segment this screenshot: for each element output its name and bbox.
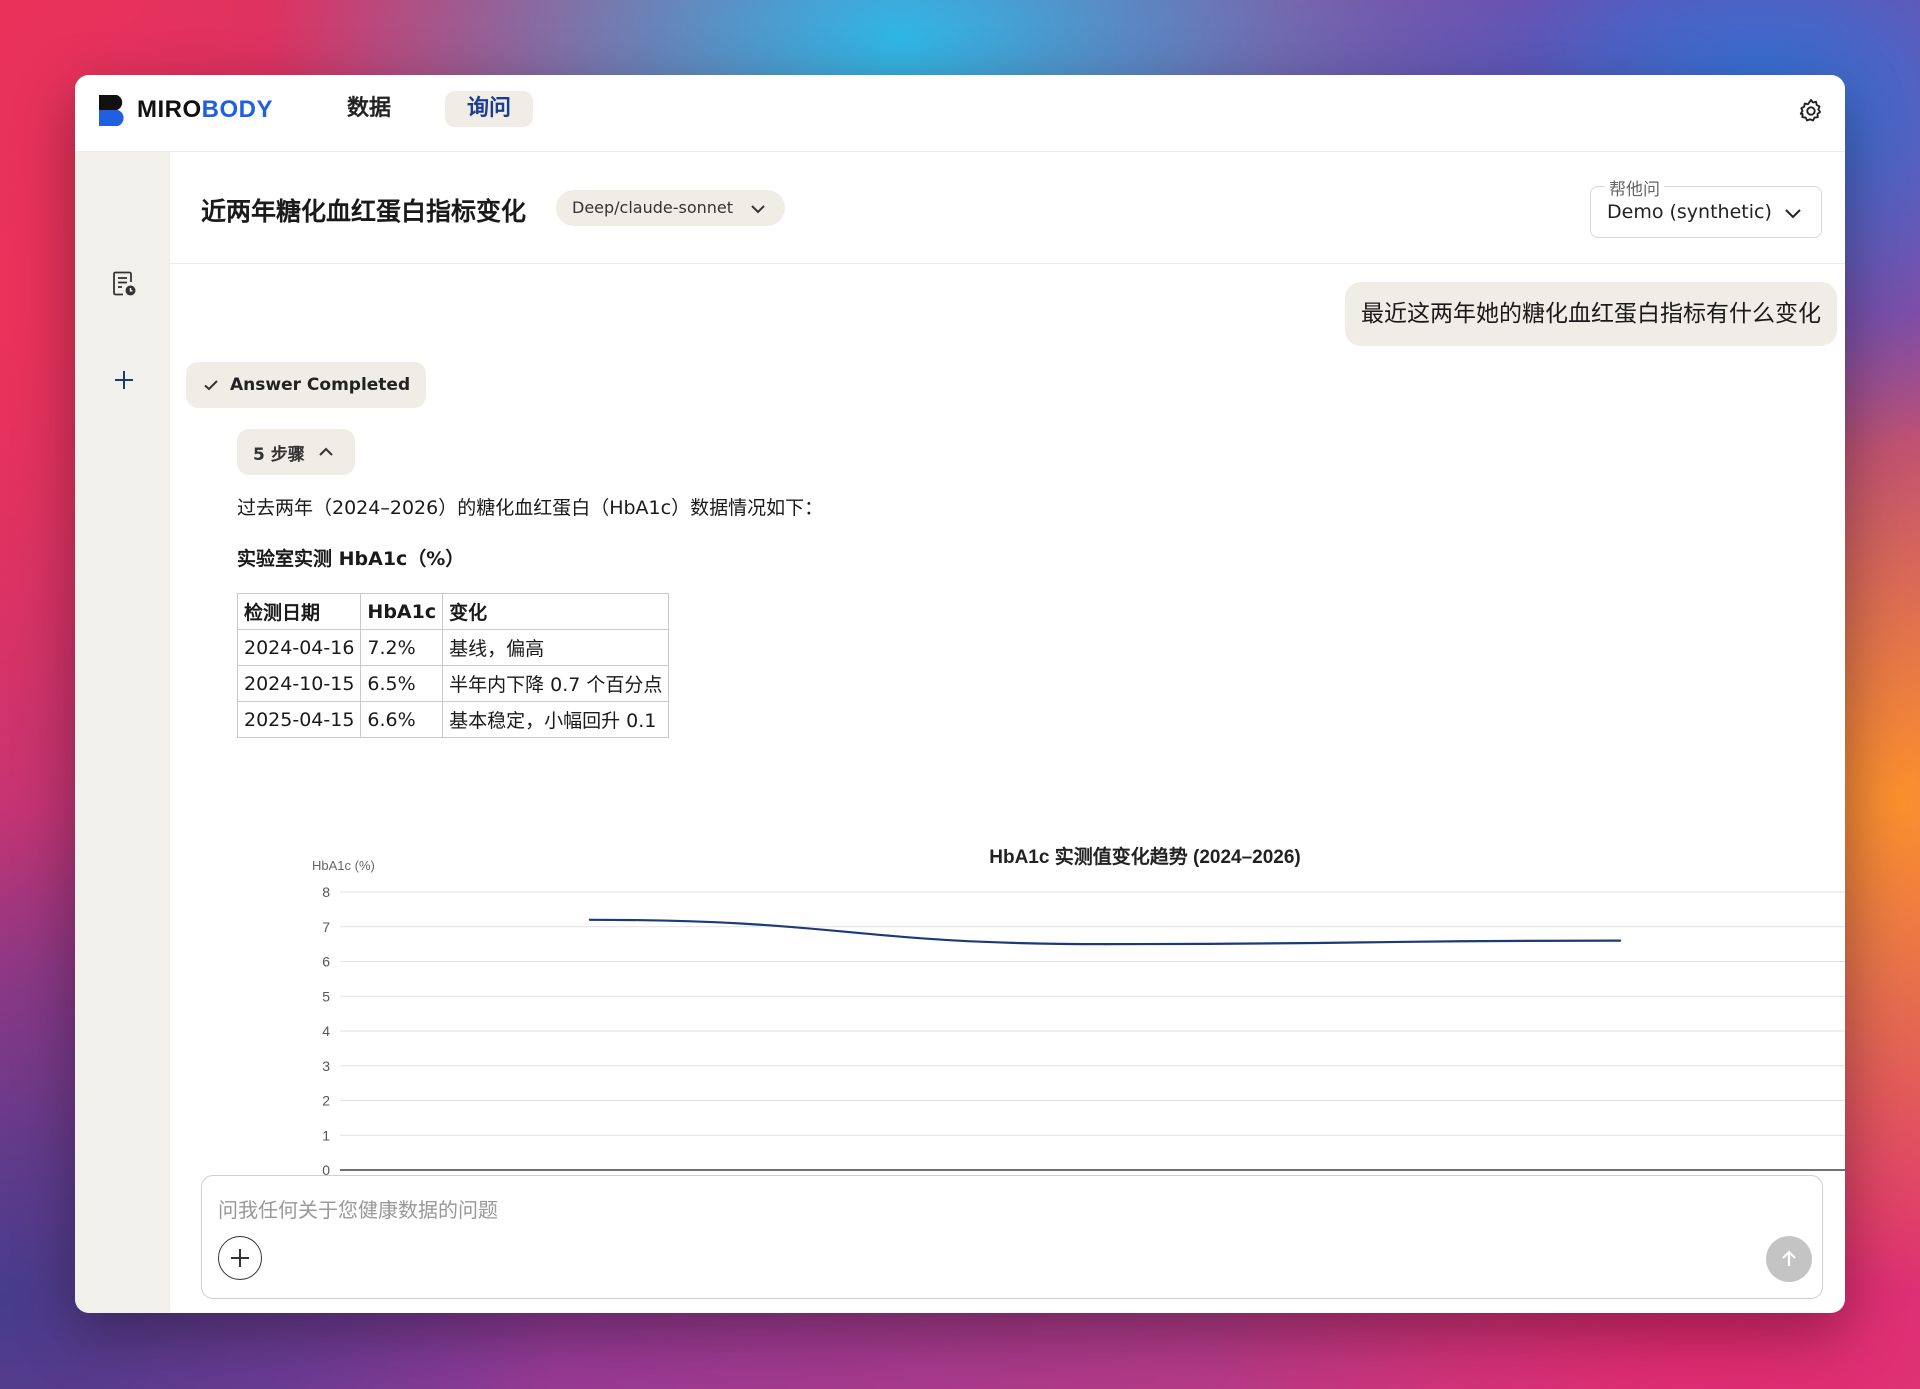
section-heading: 实验室实测 HbA1c（%）: [237, 548, 465, 570]
answer-intro: 过去两年（2024–2026）的糖化血红蛋白（HbA1c）数据情况如下：: [237, 497, 824, 519]
history-icon[interactable]: [109, 269, 139, 299]
y-tick-label: 6: [322, 954, 330, 970]
attach-button[interactable]: [218, 1236, 262, 1280]
top-bar: MIROBODY 数据 询问: [75, 75, 1845, 152]
steps-toggle[interactable]: 5 步骤: [237, 429, 355, 475]
status-badge[interactable]: Answer Completed: [186, 362, 427, 408]
user-message: 最近这两年她的糖化血红蛋白指标有什么变化: [1345, 282, 1837, 346]
chevron-down-icon: [751, 205, 765, 214]
ask-for-value: Demo (synthetic): [1607, 201, 1772, 223]
chevron-down-icon: [1785, 209, 1801, 219]
y-tick-label: 2: [322, 1093, 330, 1109]
table-cell: 2024-10-15: [236, 665, 362, 702]
series-line: [589, 918, 1621, 946]
sidebar: [75, 152, 170, 1313]
data-point: [1103, 942, 1107, 946]
column-header: HbA1c: [360, 593, 444, 630]
composer-placeholder[interactable]: 问我任何关于您健康数据的问题: [218, 1194, 498, 1223]
send-button[interactable]: [1766, 1236, 1812, 1282]
logo-text: MIROBODY: [137, 96, 274, 123]
column-header: 检测日期: [236, 593, 362, 630]
status-label: Answer Completed: [230, 375, 411, 395]
arrow-up-icon: [1782, 1250, 1796, 1266]
gear-icon[interactable]: [1797, 97, 1825, 125]
chat-header: 近两年糖化血红蛋白指标变化 Deep/claude-sonnet 帮他问 Dem…: [170, 152, 1845, 264]
model-name: Deep/claude-sonnet: [572, 198, 734, 217]
y-tick-label: 3: [322, 1058, 330, 1074]
chevron-up-icon: [319, 447, 333, 456]
results-table: 检测日期 HbA1c 变化 2024-04-16 7.2% 基线，偏高 2024…: [236, 593, 670, 738]
ask-for-select[interactable]: 帮他问 Demo (synthetic): [1590, 175, 1822, 238]
plus-icon[interactable]: [109, 365, 139, 395]
table-row: 2025-04-15 6.6% 基本稳定，小幅回升 0.1: [236, 701, 670, 738]
table-cell: 2025-04-15: [236, 701, 362, 738]
y-tick-label: 4: [322, 1023, 330, 1039]
table-cell: 半年内下降 0.7 个百分点: [442, 665, 670, 702]
chart-title: HbA1c 实测值变化趋势 (2024–2026): [989, 845, 1301, 868]
data-point: [588, 918, 592, 921]
y-tick-label: 1: [322, 1127, 330, 1143]
y-tick-label: 5: [322, 988, 330, 1004]
hba1c-line-chart: HbA1c 实测值变化趋势 (2024–2026)HbA1c (%)012345…: [312, 845, 1845, 1224]
tab-ask[interactable]: 询问: [445, 91, 534, 127]
ask-for-label: 帮他问: [1605, 175, 1664, 200]
y-tick-label: 7: [322, 919, 330, 935]
plus-icon: [231, 1249, 249, 1267]
y-axis-label: HbA1c (%): [312, 858, 375, 873]
logo[interactable]: MIROBODY: [97, 93, 273, 127]
steps-label: 5 步骤: [253, 444, 305, 465]
table-cell: 基本稳定，小幅回升 0.1: [442, 701, 670, 738]
table-cell: 6.5%: [360, 665, 444, 702]
y-tick-label: 8: [322, 884, 330, 900]
logo-mark-icon: [99, 95, 124, 126]
model-selector[interactable]: Deep/claude-sonnet: [556, 190, 786, 226]
data-point: [1618, 939, 1622, 942]
conversation-title: 近两年糖化血红蛋白指标变化: [201, 197, 527, 226]
table-row: 2024-10-15 6.5% 半年内下降 0.7 个百分点: [236, 665, 670, 702]
table-row: 2024-04-16 7.2% 基线，偏高: [236, 629, 670, 666]
app-window: MIROBODY 数据 询问 近两年糖化血红蛋白指标变化 Deep/claude…: [75, 75, 1845, 1313]
table-cell: 6.6%: [360, 701, 444, 738]
message-composer[interactable]: 问我任何关于您健康数据的问题: [201, 1175, 1823, 1299]
column-header: 变化: [442, 593, 670, 630]
table-cell: 2024-04-16: [236, 629, 362, 666]
tab-data[interactable]: 数据: [325, 91, 413, 127]
check-icon: [204, 380, 218, 391]
table-header-row: 检测日期 HbA1c 变化: [236, 593, 670, 630]
table-cell: 7.2%: [360, 629, 444, 666]
table-cell: 基线，偏高: [442, 629, 670, 666]
